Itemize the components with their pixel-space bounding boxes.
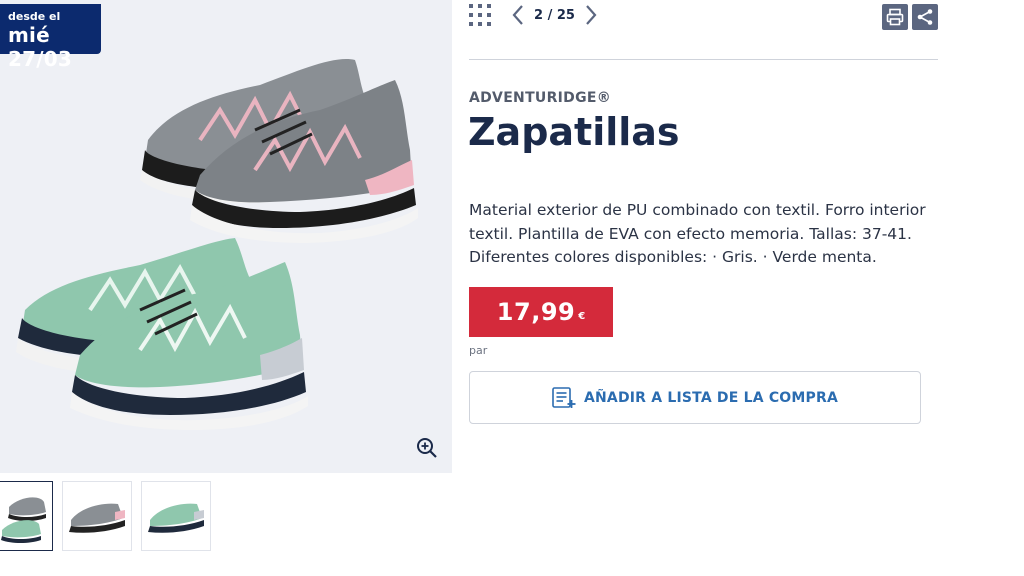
pager-count: 2 / 25 <box>534 7 575 23</box>
badge-line1: desde el <box>8 10 61 23</box>
price-currency: € <box>578 310 586 322</box>
add-to-shopping-list-button[interactable]: AÑADIR A LISTA DE LA COMPRA <box>469 371 921 424</box>
product-brand: ADVENTURIDGE® <box>469 90 612 106</box>
product-image[interactable]: desde el mié 27/03 <box>0 0 452 473</box>
product-toolbar: 2 / 25 <box>469 0 938 30</box>
product-description: Material exterior de PU combinado con te… <box>469 201 926 266</box>
chevron-left-icon[interactable] <box>510 3 526 27</box>
print-icon[interactable] <box>882 4 908 30</box>
image-pager: 2 / 25 <box>510 3 599 27</box>
price-value: 17,99 <box>496 298 576 326</box>
product-title: Zapatillas <box>468 110 680 154</box>
price-box: 17,99 € <box>469 287 613 337</box>
availability-date-badge: desde el mié 27/03 <box>0 4 101 71</box>
add-to-list-label: AÑADIR A LISTA DE LA COMPRA <box>583 389 839 406</box>
price-unit: par <box>469 344 488 357</box>
header-divider <box>469 59 938 60</box>
badge-date: mié 27/03 <box>8 23 72 71</box>
share-icon[interactable] <box>912 4 938 30</box>
chevron-right-icon[interactable] <box>583 3 599 27</box>
shopping-list-icon <box>552 386 576 408</box>
thumbnail-1[interactable] <box>0 481 53 551</box>
thumbnail-3[interactable] <box>141 481 211 551</box>
thumbnail-2[interactable] <box>62 481 132 551</box>
grid-icon[interactable] <box>469 3 493 27</box>
zoom-in-icon[interactable] <box>415 436 439 460</box>
